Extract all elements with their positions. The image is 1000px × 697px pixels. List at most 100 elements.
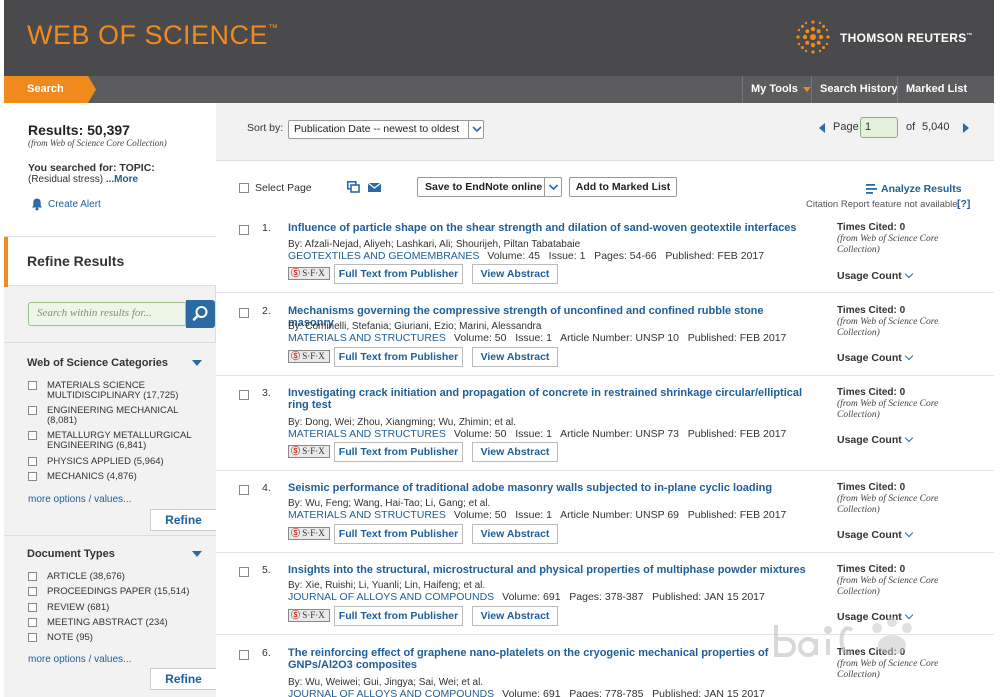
record-source: MATERIALS AND STRUCTURES Volume: 50 Issue… [288,509,786,521]
usage-count-toggle[interactable]: Usage Count [837,269,914,282]
checkbox[interactable] [28,618,37,627]
save-to-endnote-button[interactable]: Save to EndNote online [417,177,562,197]
checkbox[interactable] [28,633,37,642]
record-source: MATERIALS AND STRUCTURES Volume: 50 Issue… [288,428,786,440]
record-authors: By: Wu, Feng; Wang, Hai-Tao; Li, Gang; e… [288,498,491,509]
results-count: Results: 50,397 [28,122,130,138]
record-title-link[interactable]: Seismic performance of traditional adobe… [288,482,808,494]
record-title-link[interactable]: Influence of particle shape on the shear… [288,222,808,234]
chevron-down-icon[interactable] [544,178,561,196]
checkbox[interactable] [28,603,37,612]
sfx-button[interactable]: Ⓢ S·F·X [288,527,330,540]
full-text-button[interactable]: Full Text from Publisher [334,606,463,626]
chevron-down-icon [904,351,914,361]
facet-option[interactable]: MECHANICS (4,876) [28,472,203,482]
checkbox[interactable] [28,431,37,440]
record-checkbox[interactable] [239,650,249,660]
marked-list-link[interactable]: Marked List [897,76,975,103]
facet-option[interactable]: REVIEW (681) [28,603,203,613]
view-abstract-button[interactable]: View Abstract [472,347,558,367]
full-text-button[interactable]: Full Text from Publisher [334,347,463,367]
facet-option[interactable]: PROCEEDINGS PAPER (15,514) [28,587,203,597]
record-title-link[interactable]: Investigating crack initiation and propa… [288,387,808,411]
sfx-button[interactable]: Ⓢ S·F·X [288,350,330,363]
full-text-button[interactable]: Full Text from Publisher [334,264,463,284]
usage-count-toggle[interactable]: Usage Count [837,433,914,446]
facet-option[interactable]: MEETING ABSTRACT (234) [28,618,203,628]
full-text-button[interactable]: Full Text from Publisher [334,524,463,544]
collapse-triangle-icon[interactable] [192,551,202,557]
record-source: JOURNAL OF ALLOYS AND COMPOUNDS Volume: 6… [288,688,765,697]
more-options-link[interactable]: more options / values... [28,654,131,665]
facet-option[interactable]: MATERIALS SCIENCE MULTIDISCIPLINARY (17,… [28,381,203,401]
collapse-triangle-icon[interactable] [192,360,202,366]
sfx-logo-icon: Ⓢ [291,528,301,538]
record-checkbox[interactable] [239,567,249,577]
page-number-input[interactable]: 1 [860,117,898,138]
record-checkbox[interactable] [239,225,249,235]
wos-logo[interactable]: WEB OF SCIENCE™ [27,20,279,51]
previous-page-icon[interactable] [819,123,825,133]
journal-link[interactable]: JOURNAL OF ALLOYS AND COMPOUNDS [288,591,494,603]
view-abstract-button[interactable]: View Abstract [472,524,558,544]
facet-web-of-science-categories: Web of Science Categories MATERIALS SCIE… [4,342,216,535]
facet-option[interactable]: NOTE (95) [28,633,203,643]
journal-link[interactable]: MATERIALS AND STRUCTURES [288,332,446,344]
select-page-checkbox[interactable] [239,183,249,193]
usage-count-toggle[interactable]: Usage Count [837,351,914,364]
facet-option[interactable]: PHYSICS APPLIED (5,964) [28,457,203,467]
checkbox[interactable] [28,406,37,415]
record-authors: By: Afzali-Nejad, Aliyeh; Lashkari, Ali;… [288,239,581,250]
facet-option[interactable]: METALLURGY METALLURGICAL ENGINEERING (6,… [28,431,203,451]
search-within-button[interactable] [186,300,215,328]
checkbox[interactable] [28,572,37,581]
citation-help-link[interactable]: [?] [957,198,970,210]
record-title-link[interactable]: The reinforcing effect of graphene nano-… [288,647,808,671]
view-abstract-button[interactable]: View Abstract [472,606,558,626]
refine-button[interactable]: Refine [150,668,216,690]
facet-title: Document Types [27,548,115,560]
record-title-link[interactable]: Insights into the structural, microstruc… [288,564,808,576]
sfx-button[interactable]: Ⓢ S·F·X [288,445,330,458]
checkbox[interactable] [28,472,37,481]
sfx-button[interactable]: Ⓢ S·F·X [288,267,330,280]
view-abstract-button[interactable]: View Abstract [472,442,558,462]
facet-option[interactable]: ENGINEERING MECHANICAL (8,081) [28,406,203,426]
refine-button[interactable]: Refine [150,509,216,531]
sort-select[interactable]: Publication Date -- newest to oldest [288,120,484,139]
checkbox[interactable] [28,457,37,466]
journal-link[interactable]: MATERIALS AND STRUCTURES [288,428,446,440]
checkbox[interactable] [28,587,37,596]
next-page-icon[interactable] [963,123,969,133]
analyze-results-link[interactable]: Analyze Results [881,183,962,195]
email-icon[interactable] [368,183,381,192]
usage-count-toggle[interactable]: Usage Count [837,528,914,541]
my-tools-menu[interactable]: My Tools [742,76,819,103]
sfx-button[interactable]: Ⓢ S·F·X [288,609,330,622]
search-within-input[interactable]: Search within results for... [28,302,186,326]
record-authors: By: Cominelli, Stefania; Giuriani, Ezio;… [288,321,542,332]
add-to-marked-list-button[interactable]: Add to Marked List [569,177,677,197]
facet-option[interactable]: ARTICLE (38,676) [28,572,203,582]
tab-search[interactable]: Search [4,76,96,103]
chevron-down-icon [904,528,914,538]
more-options-link[interactable]: more options / values... [28,494,131,505]
more-query-link[interactable]: ...More [106,174,138,185]
view-abstract-button[interactable]: View Abstract [472,264,558,284]
journal-link[interactable]: GEOTEXTILES AND GEOMEMBRANES [288,250,479,262]
full-text-button[interactable]: Full Text from Publisher [334,442,463,462]
record-authors: By: Dong, Wei; Zhou, Xiangming; Wu, Zhim… [288,417,517,428]
search-icon [192,306,208,321]
checkbox[interactable] [28,381,37,390]
times-cited: Times Cited: 0 [837,564,906,575]
search-history-link[interactable]: Search History [811,76,906,103]
record-checkbox[interactable] [239,485,249,495]
cited-source: (from Web of Science Core Collection) [837,399,939,420]
journal-link[interactable]: MATERIALS AND STRUCTURES [288,509,446,521]
page-label: Page [833,121,859,133]
record-checkbox[interactable] [239,390,249,400]
create-alert-link[interactable]: Create Alert [48,199,101,210]
journal-link[interactable]: JOURNAL OF ALLOYS AND COMPOUNDS [288,688,494,697]
record-checkbox[interactable] [239,308,249,318]
print-icon[interactable] [347,181,360,193]
